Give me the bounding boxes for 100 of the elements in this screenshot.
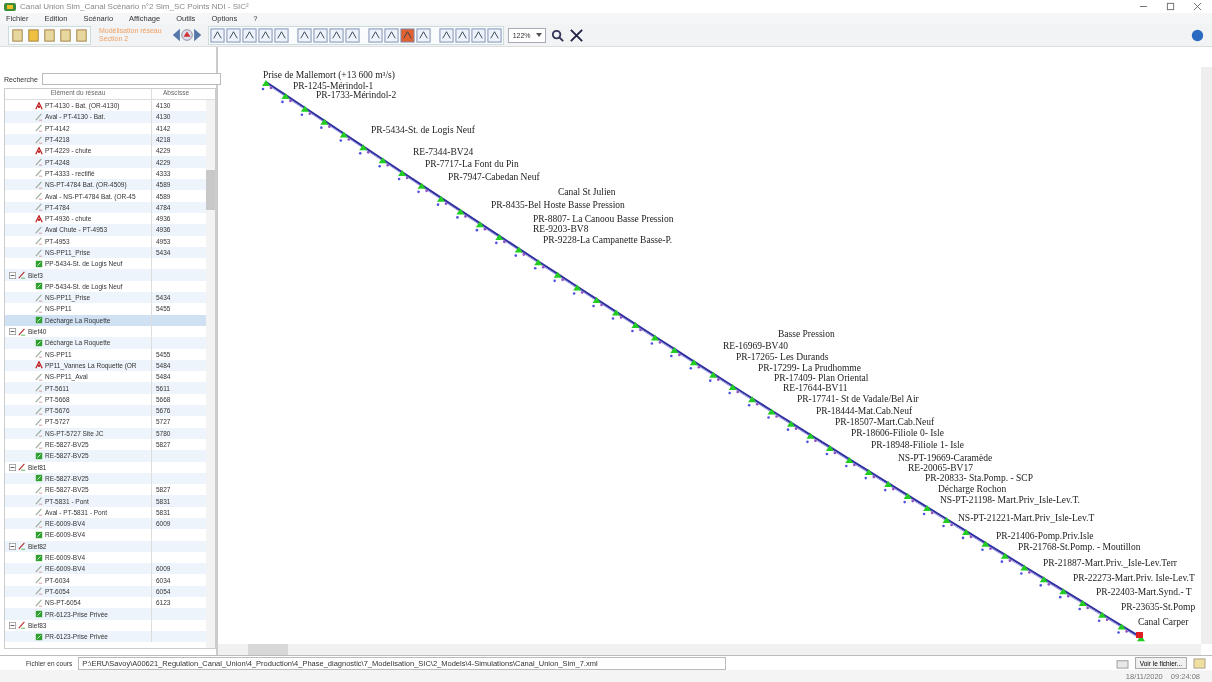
network-label: RE-9203-BV8 — [533, 224, 589, 234]
help-icon[interactable] — [1191, 28, 1204, 42]
tool-icon[interactable] — [225, 27, 241, 43]
reach-icon — [18, 327, 26, 336]
tool-icon[interactable] — [273, 27, 289, 43]
section-icon — [35, 417, 43, 426]
window-title: Canal Union Sim_Canal Scénario n°2 Sim_SC Points NDI - SIC² — [20, 2, 249, 11]
network-label: Basse Pression — [778, 329, 835, 339]
section-icon — [35, 169, 43, 178]
close-icon[interactable] — [1193, 2, 1202, 11]
network-label: Canal Carper — [1138, 617, 1189, 627]
maximize-icon[interactable] — [1166, 2, 1175, 11]
reach-icon — [18, 542, 26, 551]
network-label: PR-1245-Mérindol-1 — [293, 81, 374, 91]
section-icon — [35, 203, 43, 212]
tool-icon[interactable] — [241, 27, 257, 43]
section-icon — [35, 395, 43, 404]
scrollbar[interactable] — [206, 100, 215, 648]
network-label: PR-23635-St.Pomp — [1121, 602, 1196, 612]
collapse-icon[interactable] — [9, 328, 16, 336]
tool-icon[interactable] — [438, 27, 454, 43]
caret-icon[interactable] — [534, 31, 543, 39]
tool-icon[interactable] — [367, 27, 383, 43]
section-icon — [35, 293, 43, 302]
node-icon — [35, 451, 43, 460]
file-icon[interactable] — [26, 27, 41, 43]
node-icon — [35, 338, 43, 347]
tool-icon[interactable] — [328, 27, 344, 43]
section-icon — [35, 508, 43, 517]
collapse-icon[interactable] — [9, 542, 16, 550]
node-icon — [35, 530, 43, 539]
tool-icon[interactable] — [486, 27, 502, 43]
section-icon — [35, 180, 43, 189]
network-label: Décharge Rochon — [938, 484, 1007, 494]
reach-icon — [18, 621, 26, 630]
node-icon — [35, 553, 43, 562]
network-label: PR-7947-Cabedan Neuf — [448, 172, 540, 182]
structure-icon — [35, 101, 43, 110]
fit-icon[interactable] — [568, 27, 584, 43]
file-icon[interactable] — [10, 27, 25, 43]
network-label: Canal St Julien — [558, 187, 616, 197]
file-icon[interactable] — [42, 27, 57, 43]
section-icon — [35, 440, 43, 449]
section-icon — [35, 225, 43, 234]
node-icon — [35, 610, 43, 618]
structure-icon — [35, 214, 43, 223]
network-label: RE-16969-BV40 — [723, 341, 788, 351]
network-label: NS-PT-21198- Mart.Priv_Isle-Lev.T. — [940, 495, 1080, 505]
reach-icon — [18, 463, 26, 472]
tool-icon[interactable] — [415, 27, 431, 43]
scrollbar[interactable] — [218, 644, 1201, 655]
node-icon — [35, 282, 43, 291]
tool-icon[interactable] — [470, 27, 486, 43]
file-icon[interactable] — [58, 27, 73, 43]
tool-icon[interactable] — [209, 27, 225, 43]
section-icon — [35, 372, 43, 381]
section-icon — [35, 564, 43, 573]
network-label: Prise de Mallemort (+13 600 m³/s) — [263, 70, 395, 80]
section-icon — [35, 305, 43, 313]
network-label: RE-20065-BV17 — [908, 463, 973, 473]
section-icon — [35, 598, 43, 607]
tool-icon[interactable] — [383, 27, 399, 43]
section-icon — [35, 576, 43, 585]
tool-icon[interactable] — [312, 27, 328, 43]
file-icon[interactable] — [74, 27, 89, 43]
structure-icon — [35, 361, 43, 370]
network-label: PR-9228-La Campanette Basse-P. — [543, 235, 673, 245]
network-label: PR-22273-Mart.Priv. Isle-Lev.T — [1073, 573, 1195, 583]
tool-icon[interactable] — [296, 27, 312, 43]
network-label: PR-22403-Mart.Synd.- T — [1096, 587, 1192, 597]
tool-icon[interactable] — [454, 27, 470, 43]
tool-icon[interactable] — [257, 27, 273, 43]
reach-icon — [18, 271, 26, 280]
network-label: PR-17299- La Prudhomme — [758, 363, 861, 373]
section-icon — [35, 485, 43, 494]
section-icon — [35, 350, 43, 359]
tool-icon[interactable] — [399, 27, 415, 43]
tool-icon[interactable] — [344, 27, 360, 43]
network-label: PR-17409- Plan Oriental — [774, 373, 869, 383]
collapse-icon[interactable] — [9, 621, 16, 629]
collapse-icon[interactable] — [9, 463, 16, 471]
node-icon — [35, 632, 43, 641]
network-label: PR-21887-Mart.Priv._Isle-Lev.Terr — [1043, 558, 1177, 568]
network-label: PR-17265- Les Durands — [736, 352, 829, 362]
zoom-icon[interactable] — [549, 27, 565, 43]
network-label: PR-18948-Filiole 1- Isle — [871, 440, 964, 450]
node-icon — [35, 474, 43, 483]
node-icon — [35, 259, 43, 268]
network-label: RE-17644-BV11 — [783, 383, 848, 393]
section-icon — [35, 112, 43, 121]
network-label: PR-8807- La Canoou Basse Pression — [533, 214, 674, 224]
network-label: RE-7344-BV24 — [413, 147, 474, 157]
network-label: PR-1733-Mérindol-2 — [316, 90, 397, 100]
collapse-icon[interactable] — [9, 271, 16, 279]
network-label: PR-5434-St. de Logis Neuf — [371, 125, 475, 135]
search-field[interactable] — [41, 73, 221, 85]
section-icon — [35, 124, 43, 133]
section-icon — [35, 519, 43, 528]
network-label: PR-20833- Sta.Pomp. - SCP — [925, 473, 1033, 483]
section-icon — [35, 248, 43, 257]
